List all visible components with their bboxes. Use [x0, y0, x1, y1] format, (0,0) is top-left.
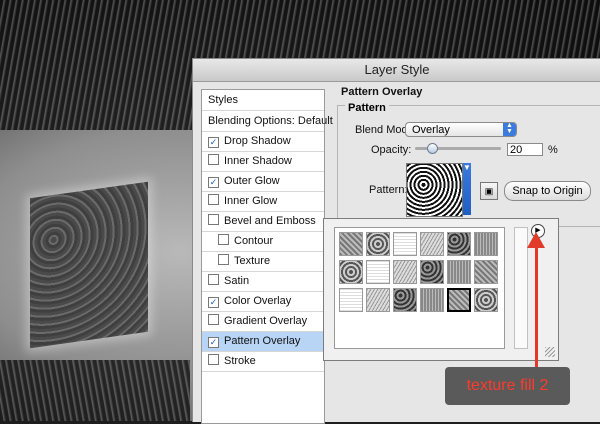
pattern-tile[interactable] [420, 288, 444, 312]
pattern-tile[interactable] [474, 232, 498, 256]
blend-mode-value: Overlay [412, 124, 450, 136]
checkbox[interactable]: ✓ [208, 297, 219, 308]
pattern-tile[interactable] [339, 288, 363, 312]
checkbox[interactable] [208, 154, 219, 165]
pattern-group-title: Pattern [345, 102, 389, 114]
pattern-swatch[interactable] [406, 163, 463, 217]
sidebar-item-styles[interactable]: Styles [202, 90, 324, 111]
pattern-tile[interactable] [366, 232, 390, 256]
sidebar-item-blending-options-default[interactable]: Blending Options: Default [202, 111, 333, 132]
sidebar-item-bevel-and-emboss[interactable]: Bevel and Emboss [202, 212, 324, 232]
checkbox[interactable]: ✓ [208, 337, 219, 348]
checkbox[interactable] [208, 354, 219, 365]
sidebar-item-inner-glow[interactable]: Inner Glow [202, 192, 324, 212]
pattern-tile[interactable] [474, 288, 498, 312]
checkbox[interactable] [208, 214, 219, 225]
pattern-tile[interactable] [420, 260, 444, 284]
pattern-tile[interactable] [366, 288, 390, 312]
blend-mode-select[interactable]: Overlay ▲ ▼ [405, 122, 517, 137]
styles-list: Styles Blending Options: Default ✓ Drop Sha… [201, 89, 333, 424]
sidebar-item-label: Blending Options: Default [208, 115, 333, 127]
sidebar-item-inner-shadow[interactable]: Inner Shadow [202, 152, 324, 172]
pattern-tile[interactable] [420, 232, 444, 256]
sidebar-item-stroke[interactable]: Stroke [202, 352, 324, 372]
sidebar-item-label: Drop Shadow [224, 135, 291, 147]
checkbox[interactable]: ✓ [208, 137, 219, 148]
pattern-tile[interactable] [474, 260, 498, 284]
sidebar-item-label: Texture [234, 255, 271, 267]
checkbox[interactable] [218, 254, 229, 265]
sidebar-item-pattern-overlay[interactable]: ✓ Pattern Overlay [202, 332, 324, 352]
pattern-dropdown-arrow[interactable]: ▼ [463, 163, 471, 215]
section-title: Pattern Overlay [341, 86, 423, 98]
pattern-tile[interactable] [366, 260, 390, 284]
updown-arrows-icon: ▲ ▼ [503, 122, 516, 136]
sidebar-item-label: Styles [208, 94, 238, 106]
sidebar-item-label: Satin [224, 275, 250, 287]
sidebar-item-satin[interactable]: Satin [202, 272, 324, 292]
sidebar-item-label: Pattern Overlay [224, 335, 301, 347]
pattern-tile[interactable] [393, 232, 417, 256]
sidebar-item-outer-glow[interactable]: ✓ Outer Glow [202, 172, 324, 192]
snap-to-origin-button[interactable]: Snap to Origin [504, 181, 591, 201]
new-preset-icon[interactable]: ▣ [480, 182, 498, 200]
pattern-picker-grid [334, 227, 505, 349]
textured-patch [30, 181, 148, 349]
pattern-tile[interactable] [339, 232, 363, 256]
pattern-label: Pattern: [369, 184, 408, 196]
sidebar-item-label: Contour [234, 235, 274, 247]
annotation-callout: texture fill 2 [445, 367, 570, 405]
opacity-input[interactable]: 20 [507, 143, 543, 156]
annotation-arrow-line [535, 245, 538, 367]
opacity-unit: % [548, 144, 558, 156]
sidebar-item-label: Inner Shadow [224, 155, 292, 167]
pattern-tile[interactable] [393, 288, 417, 312]
pattern-tile[interactable] [447, 288, 471, 312]
resize-grip-icon[interactable] [545, 347, 555, 357]
sidebar-item-label: Outer Glow [224, 175, 280, 187]
pattern-tile[interactable] [447, 232, 471, 256]
checkbox[interactable] [208, 274, 219, 285]
pattern-tile[interactable] [339, 260, 363, 284]
hair-texture-bottom [0, 360, 190, 421]
picker-scrollbar[interactable] [514, 227, 528, 349]
sidebar-item-label: Gradient Overlay [224, 315, 308, 327]
sidebar-item-gradient-overlay[interactable]: Gradient Overlay [202, 312, 324, 332]
sidebar-item-label: Bevel and Emboss [224, 215, 316, 227]
checkbox[interactable]: ✓ [208, 177, 219, 188]
sidebar-item-drop-shadow[interactable]: ✓ Drop Shadow [202, 132, 324, 152]
pattern-picker-popup: ▶ [323, 218, 559, 361]
sidebar-item-texture[interactable]: Texture [202, 252, 324, 272]
sidebar-item-label: Color Overlay [224, 295, 292, 307]
pattern-tile[interactable] [447, 260, 471, 284]
checkbox[interactable] [208, 194, 219, 205]
sidebar-item-label: Stroke [224, 355, 256, 367]
sidebar-item-label: Inner Glow [224, 195, 278, 207]
pattern-tile[interactable] [393, 260, 417, 284]
sidebar-item-contour[interactable]: Contour [202, 232, 324, 252]
opacity-label: Opacity: [371, 144, 412, 156]
dialog-title: Layer Style [193, 59, 600, 82]
checkbox[interactable] [208, 314, 219, 325]
sidebar-item-color-overlay[interactable]: ✓ Color Overlay [202, 292, 324, 312]
checkbox[interactable] [218, 234, 229, 245]
